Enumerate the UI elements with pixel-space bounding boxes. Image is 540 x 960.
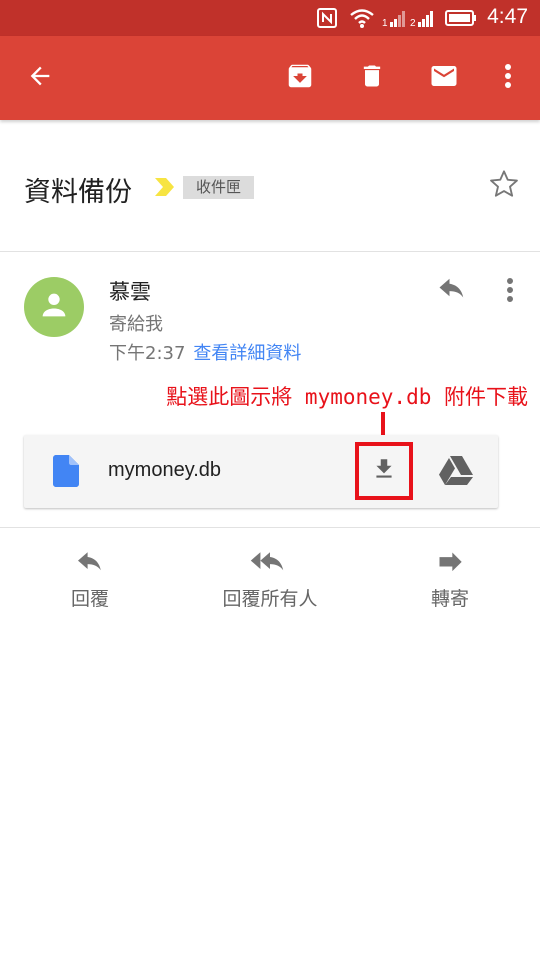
archive-button[interactable] <box>276 54 324 102</box>
divider <box>0 527 540 528</box>
svg-text:2: 2 <box>410 18 416 28</box>
trash-icon <box>358 61 386 95</box>
email-subject: 資料備份 <box>24 177 132 208</box>
toolbar <box>0 36 540 120</box>
reply-button[interactable]: 回覆 <box>0 548 180 618</box>
attachment-card[interactable]: mymoney.db <box>24 435 498 508</box>
file-icon <box>53 455 79 491</box>
more-options-button[interactable] <box>484 54 532 102</box>
google-drive-icon <box>439 455 473 489</box>
reply-icon <box>75 548 105 578</box>
download-button[interactable] <box>355 442 413 500</box>
reply-all-icon <box>250 548 290 578</box>
forward-button[interactable]: 轉寄 <box>360 548 540 618</box>
star-outline-icon <box>488 168 520 204</box>
message-more-button[interactable] <box>494 272 526 312</box>
svg-text:1: 1 <box>382 18 388 28</box>
inbox-label-chip[interactable]: 收件匣 <box>183 176 255 199</box>
sent-time-row: 下午2:37 查看詳細資料 <box>109 339 301 365</box>
sender-name: 慕雲 <box>109 280 151 304</box>
forward-label: 轉寄 <box>430 588 469 610</box>
more-vert-icon <box>504 63 512 93</box>
wifi-icon <box>348 6 376 30</box>
archive-icon <box>285 61 315 95</box>
recipients-text: 寄給我 <box>109 314 163 335</box>
forward-icon <box>436 548 464 578</box>
signal-1-icon: 1 <box>382 6 408 30</box>
reply-all-button[interactable]: 回覆所有人 <box>180 548 360 618</box>
reply-label: 回覆 <box>70 588 109 610</box>
more-vert-icon <box>506 277 514 307</box>
reply-button-header[interactable] <box>430 272 474 312</box>
arrow-back-icon <box>26 62 54 94</box>
reply-all-label: 回覆所有人 <box>222 588 318 610</box>
signal-2-icon: 2 <box>410 6 438 30</box>
nfc-icon <box>316 6 338 30</box>
save-to-drive-button[interactable] <box>436 453 476 491</box>
star-button[interactable] <box>484 166 524 206</box>
mark-unread-button[interactable] <box>420 54 468 102</box>
mail-icon <box>428 61 460 95</box>
delete-button[interactable] <box>348 54 396 102</box>
person-icon <box>37 288 71 326</box>
download-icon <box>371 455 397 487</box>
battery-icon <box>444 6 478 30</box>
email-view: 1 2 4:47 資料備份 收件匣 慕雲 寄給我 下午2:37 查看詳細資料 點… <box>0 0 540 960</box>
status-bar: 1 2 4:47 <box>0 0 540 36</box>
view-details-link[interactable]: 查看詳細資料 <box>193 343 301 364</box>
annotation-text: 點選此圖示將 mymoney.db 附件下載 <box>166 385 528 409</box>
subject-row: 資料備份 收件匣 <box>0 120 540 252</box>
reply-icon <box>437 277 467 307</box>
attachment-file-name: mymoney.db <box>108 459 222 481</box>
status-time: 4:47 <box>487 5 528 28</box>
sent-time: 下午2:37 <box>109 343 186 364</box>
avatar[interactable] <box>24 277 84 337</box>
importance-marker-icon[interactable] <box>153 177 175 201</box>
back-button[interactable] <box>16 54 64 102</box>
